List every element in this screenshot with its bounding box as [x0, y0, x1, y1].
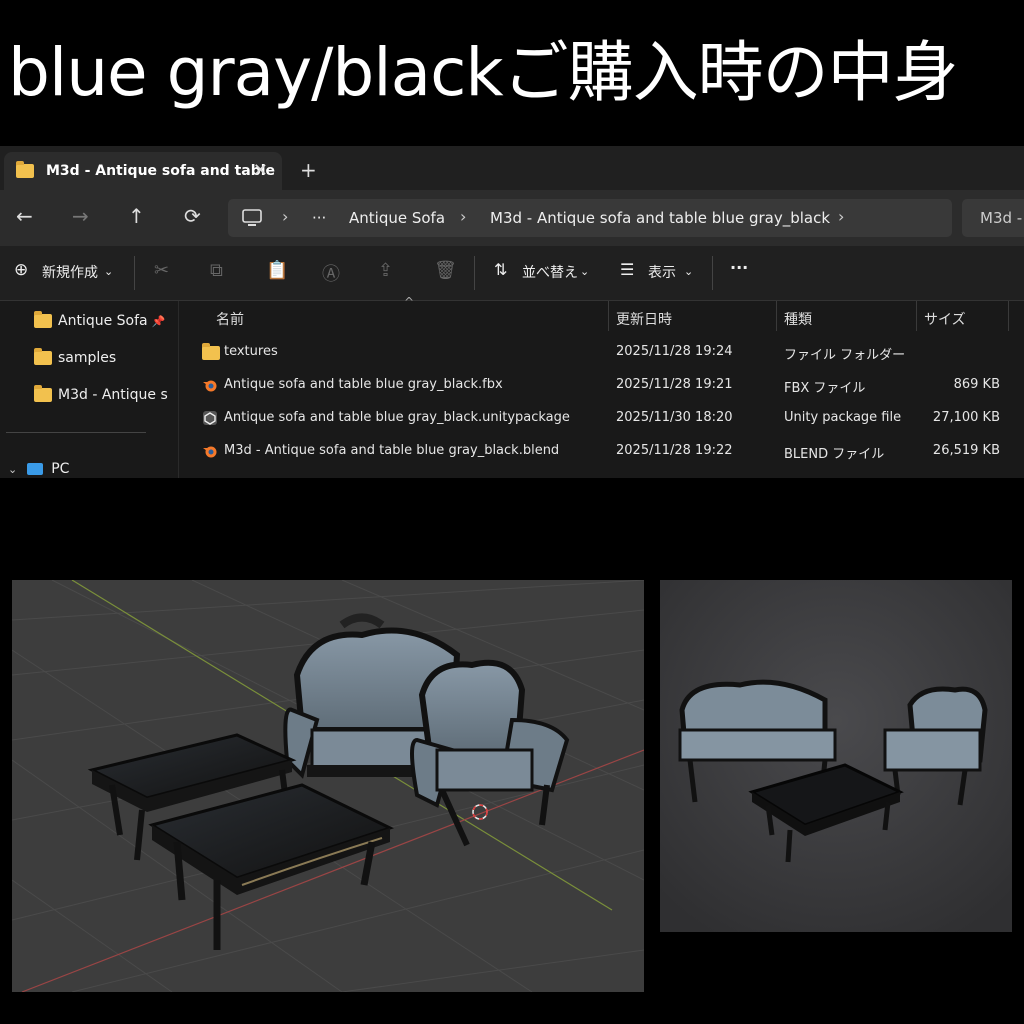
- column-separator: [916, 301, 917, 331]
- column-header-date[interactable]: 更新日時: [616, 309, 672, 329]
- pin-icon: 📌: [151, 314, 166, 328]
- sort-caret-icon: ^: [404, 295, 415, 309]
- render-preview: [660, 580, 1012, 932]
- toolbar-divider: [474, 256, 475, 290]
- chevron-down-icon: ⌄: [8, 462, 18, 476]
- banner-title: blue gray/blackご購入時の中身: [8, 34, 959, 111]
- new-button[interactable]: 新規作成: [42, 262, 98, 282]
- blender-icon: [203, 446, 217, 458]
- folder-icon: [34, 385, 52, 402]
- view-icon: ☰: [620, 260, 635, 279]
- file-name: textures: [224, 344, 278, 359]
- file-date: 2025/11/28 19:22: [616, 443, 733, 458]
- file-size: 869 KB: [953, 377, 1000, 392]
- blender-icon: [203, 380, 217, 392]
- file-date: 2025/11/30 18:20: [616, 410, 733, 425]
- table-row[interactable]: Antique sofa and table blue gray_black.u…: [180, 403, 1024, 433]
- tab-current-folder[interactable]: M3d - Antique sofa and table ✕: [4, 152, 282, 190]
- toolbar-divider: [134, 256, 135, 290]
- sidebar-item-label: M3d - Antique s: [58, 387, 168, 403]
- folder-icon: [34, 348, 52, 365]
- sort-icon: ⇅: [494, 260, 508, 279]
- address-ellipsis[interactable]: ···: [312, 209, 326, 227]
- pc-icon: [27, 463, 44, 475]
- folder-icon: [202, 343, 220, 360]
- rename-icon[interactable]: Ⓐ: [322, 260, 340, 286]
- tab-bar: M3d - Antique sofa and table ✕ +: [0, 146, 1024, 190]
- more-options-button[interactable]: ···: [730, 258, 748, 277]
- file-size: 26,519 KB: [932, 443, 1000, 458]
- chevron-down-icon: ⌄: [104, 265, 114, 278]
- file-list: ^ 名前 更新日時 種類 サイズ textures 2025/11/28 19:…: [180, 295, 1024, 478]
- column-separator: [1008, 301, 1009, 331]
- address-field[interactable]: › ··· Antique Sofa › M3d - Antique sofa …: [228, 199, 952, 237]
- column-header-size[interactable]: サイズ: [924, 309, 966, 329]
- file-type: BLEND ファイル: [784, 447, 885, 462]
- share-icon[interactable]: ⇪: [378, 260, 393, 281]
- file-date: 2025/11/28 19:21: [616, 377, 733, 392]
- plus-circle-icon: ⊕: [14, 260, 29, 280]
- sort-button[interactable]: 並べ替え: [522, 262, 578, 282]
- breadcrumb-current-folder[interactable]: M3d - Antique sofa and table blue gray_b…: [490, 209, 830, 227]
- toolbar-divider: [712, 256, 713, 290]
- back-button[interactable]: ←: [16, 204, 33, 228]
- address-bar-row: ← → ↑ ⟳ › ··· Antique Sofa › M3d - Antiq…: [0, 190, 1024, 246]
- sidebar-item-label: samples: [58, 350, 117, 366]
- file-type: Unity package file: [784, 410, 902, 425]
- file-name: Antique sofa and table blue gray_black.f…: [224, 377, 503, 392]
- sidebar-item-label: Antique Sofa: [58, 313, 148, 329]
- sidebar-item-antique-sofa[interactable]: Antique Sofa 📌: [34, 311, 166, 329]
- chevron-down-icon: ⌄: [580, 265, 590, 278]
- column-separator: [608, 301, 609, 331]
- file-type: FBX ファイル: [784, 381, 866, 396]
- chevron-right-icon: ›: [282, 207, 289, 226]
- tab-label: M3d - Antique sofa and table: [46, 163, 276, 179]
- view-button[interactable]: 表示: [648, 262, 676, 282]
- column-separator: [776, 301, 777, 331]
- sidebar-item-pc[interactable]: ⌄ PC: [8, 461, 69, 477]
- unity-icon: [203, 411, 217, 425]
- sidebar-item-samples[interactable]: samples: [34, 348, 117, 366]
- sidebar-divider: [6, 432, 146, 433]
- sidebar-item-m3d[interactable]: M3d - Antique s: [34, 385, 168, 403]
- file-name: Antique sofa and table blue gray_black.u…: [224, 410, 570, 425]
- file-date: 2025/11/28 19:24: [616, 344, 733, 359]
- file-name: M3d - Antique sofa and table blue gray_b…: [224, 443, 560, 458]
- forward-button[interactable]: →: [72, 204, 89, 228]
- chevron-right-icon: ›: [460, 207, 467, 226]
- search-field[interactable]: M3d -: [962, 199, 1024, 237]
- chevron-down-icon: ⌄: [684, 265, 694, 278]
- render-scene: [660, 580, 1012, 932]
- column-header-name[interactable]: 名前: [216, 309, 244, 329]
- paste-icon[interactable]: 📋: [266, 260, 288, 281]
- copy-icon[interactable]: ⧉: [210, 260, 223, 281]
- close-tab-icon[interactable]: ✕: [253, 160, 268, 181]
- breadcrumb-antique-sofa[interactable]: Antique Sofa: [349, 209, 445, 227]
- armchair-model: [410, 659, 570, 847]
- file-size: 27,100 KB: [932, 410, 1000, 425]
- table-row[interactable]: textures 2025/11/28 19:24 ファイル フォルダー: [180, 337, 1024, 367]
- delete-icon[interactable]: 🗑: [434, 260, 457, 281]
- search-placeholder: M3d -: [980, 209, 1023, 227]
- blender-3d-viewport[interactable]: [12, 580, 644, 992]
- computer-icon: [242, 209, 262, 226]
- file-explorer-window: M3d - Antique sofa and table ✕ + ← → ↑ ⟳…: [0, 146, 1024, 478]
- command-bar: ⊕ 新規作成 ⌄ ✂ ⧉ 📋 Ⓐ ⇪ 🗑 ⇅ 並べ替え ⌄ ☰ 表示 ⌄ ···: [0, 246, 1024, 301]
- folder-icon: [34, 311, 52, 328]
- refresh-button[interactable]: ⟳: [184, 204, 201, 228]
- table-row[interactable]: M3d - Antique sofa and table blue gray_b…: [180, 436, 1024, 466]
- viewport-scene: [12, 580, 644, 992]
- up-button[interactable]: ↑: [128, 204, 145, 228]
- coffee-table-front: [148, 783, 394, 950]
- folder-icon: [16, 161, 34, 178]
- sidebar-item-label: PC: [51, 461, 70, 477]
- navigation-pane: Antique Sofa 📌 samples M3d - Antique s ⌄…: [0, 301, 179, 478]
- cut-icon[interactable]: ✂: [154, 260, 169, 281]
- chevron-right-icon: ›: [838, 207, 845, 226]
- table-row[interactable]: Antique sofa and table blue gray_black.f…: [180, 370, 1024, 400]
- file-type: ファイル フォルダー: [784, 348, 906, 363]
- column-header-type[interactable]: 種類: [784, 309, 812, 329]
- new-tab-button[interactable]: +: [300, 158, 317, 182]
